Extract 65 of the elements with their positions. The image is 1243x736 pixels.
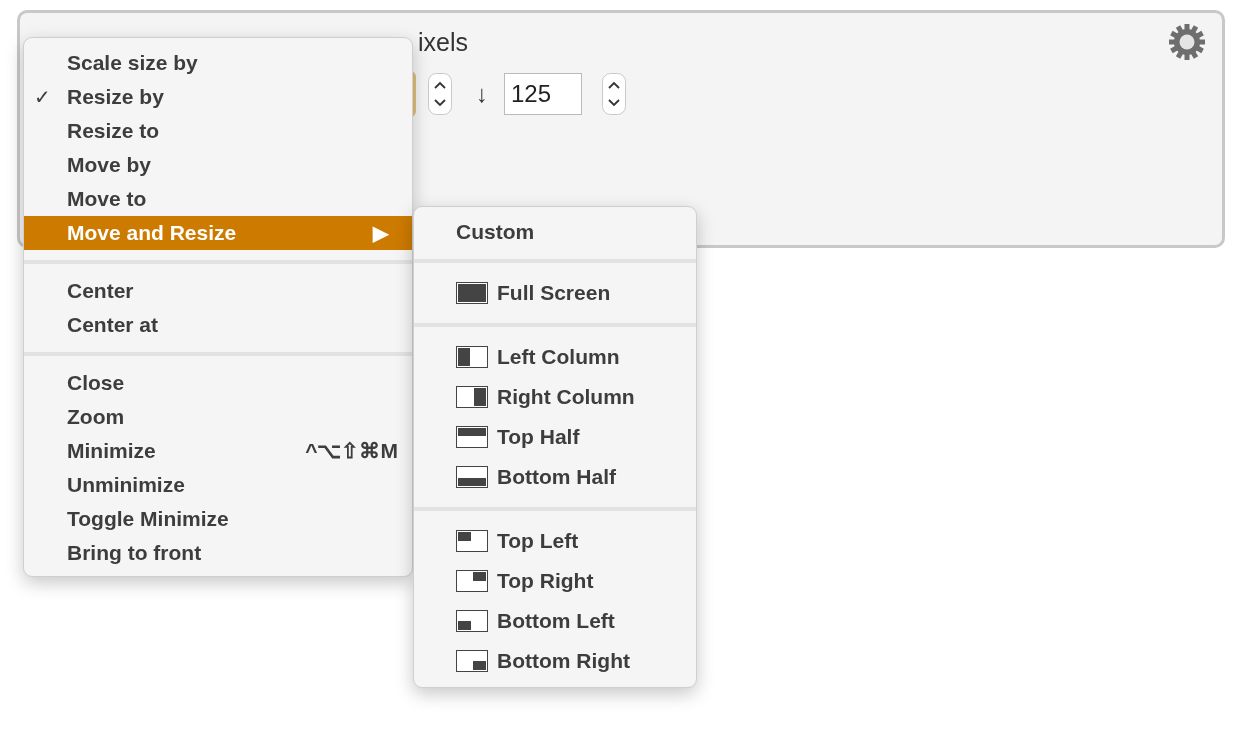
submenu-item[interactable]: Bottom Left <box>414 601 696 641</box>
submenu-item[interactable]: Custom <box>414 215 696 249</box>
submenu-item[interactable]: Top Half <box>414 417 696 457</box>
submenu-item-label: Custom <box>456 220 535 244</box>
submenu-item-label: Left Column <box>497 345 620 369</box>
submenu-item-label: Top Left <box>497 529 579 553</box>
menu-item-label: Zoom <box>67 405 125 429</box>
menu-item-label: Resize by <box>67 85 164 109</box>
check-mark: ✓ <box>34 85 51 109</box>
menu-item[interactable]: Resize to <box>24 114 412 148</box>
submenu-item-label: Full Screen <box>497 281 611 305</box>
keyboard-shortcut: ^⌥⇧⌘M <box>305 439 398 463</box>
menu-item-label: Move to <box>67 187 147 211</box>
menu-item-label: Move and Resize <box>67 221 237 245</box>
height-field[interactable]: 125 <box>504 73 582 115</box>
submenu-item[interactable]: Top Right <box>414 561 696 601</box>
menu-item-label: Center at <box>67 313 159 337</box>
menu-item[interactable]: Move to <box>24 182 412 216</box>
menu-item[interactable]: Move by <box>24 148 412 182</box>
menu-item[interactable]: Center <box>24 274 412 308</box>
submenu-item-label: Top Right <box>497 569 594 593</box>
stepper[interactable] <box>602 73 626 115</box>
menu-item-label: Bring to front <box>67 541 202 565</box>
top-half-icon <box>456 426 488 448</box>
menu-item[interactable]: ✓ Resize by <box>24 80 412 114</box>
bottom-right-icon <box>456 650 488 672</box>
menu-item[interactable]: Scale size by <box>24 46 412 80</box>
submenu-item[interactable]: Right Column <box>414 377 696 417</box>
top-right-icon <box>456 570 488 592</box>
submenu-item-label: Bottom Left <box>497 609 615 633</box>
submenu-item-label: Top Half <box>497 425 580 449</box>
bottom-half-icon <box>456 466 488 488</box>
menu-item-label: Scale size by <box>67 51 198 75</box>
left-column-icon <box>456 346 488 368</box>
right-column-icon <box>456 386 488 408</box>
menu-item[interactable]: Zoom <box>24 400 412 434</box>
full-screen-icon <box>456 282 488 304</box>
action-title: ixels <box>418 27 468 57</box>
submenu-item[interactable]: Bottom Half <box>414 457 696 497</box>
menu-item-label: Center <box>67 279 134 303</box>
menu-item[interactable]: Unminimize <box>24 468 412 502</box>
top-left-icon <box>456 530 488 552</box>
menu-item[interactable]: Bring to front <box>24 536 412 570</box>
menu-item-label: Unminimize <box>67 473 185 497</box>
menu-item[interactable]: Minimize ^⌥⇧⌘M <box>24 434 412 468</box>
height-arrow: ↓ <box>476 80 488 108</box>
submenu-item[interactable]: Full Screen <box>414 273 696 313</box>
menu-item[interactable]: Close <box>24 366 412 400</box>
menu-item-label: Minimize <box>67 439 156 463</box>
submenu-item[interactable]: Top Left <box>414 521 696 561</box>
submenu-item-label: Right Column <box>497 385 635 409</box>
submenu-item[interactable]: Left Column <box>414 337 696 377</box>
menu-item-label: Toggle Minimize <box>67 507 229 531</box>
settings-icon[interactable] <box>1168 23 1206 61</box>
submenu-arrow: ▶ <box>373 221 388 245</box>
menu-item[interactable]: Center at <box>24 308 412 342</box>
submenu-item-label: Bottom Half <box>497 465 616 489</box>
menu-item-label: Move by <box>67 153 152 177</box>
menu-item[interactable]: Toggle Minimize <box>24 502 412 536</box>
submenu-item-label: Bottom Right <box>497 649 630 673</box>
submenu-item[interactable]: Bottom Right <box>414 641 696 681</box>
menu-item-label: Close <box>67 371 125 395</box>
menu-item-label: Resize to <box>67 119 160 143</box>
bottom-left-icon <box>456 610 488 632</box>
stepper[interactable] <box>428 73 452 115</box>
